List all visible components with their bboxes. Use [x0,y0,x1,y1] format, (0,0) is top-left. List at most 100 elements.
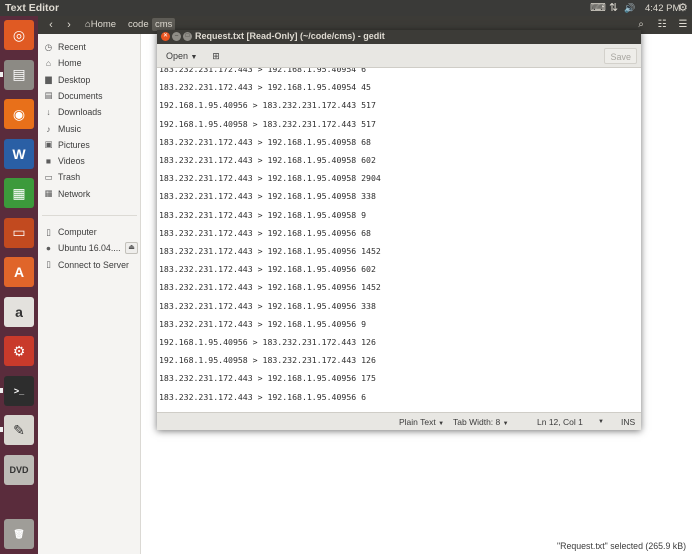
sidebar-item-recent[interactable]: ◷ Recent [44,40,86,54]
launcher-software-icon[interactable]: A [4,257,34,287]
close-icon[interactable]: ✕ [161,32,170,41]
text-line: 183.232.231.172.443 > 192.168.1.95.40958… [159,191,376,202]
sidebar-item-label: Videos [58,156,85,167]
places-sidebar: ◷ Recent ⌂ Home ▆ Desktop ▤ Documents ↓ Downloads… [38,34,141,554]
sidebar-item-pictures[interactable]: ▣ Pictures [44,138,90,152]
sidebar-item-label: Ubuntu 16.04.... [58,243,121,254]
text-line: 183.232.231.172.443 > 192.168.1.95.40956… [159,246,381,256]
launcher-ubuntu-dash-icon[interactable]: ◎ [4,20,34,50]
new-tab-icon[interactable]: ⊞ [208,48,224,64]
launcher-impress-icon[interactable]: ▭ [4,217,34,248]
text-line: 183.232.231.172.443 > 192.168.1.95.40956… [159,227,371,238]
text-editor-area[interactable]: 183.232.231.172.443 > 192.168.1.95.40954… [157,68,641,412]
launcher-firefox-icon[interactable]: ◉ [4,99,34,129]
network-icon: ▦ [44,188,53,199]
launcher-amazon-icon[interactable]: a [4,296,34,327]
launcher-text-editor-icon[interactable]: ✎ [4,415,34,445]
open-button[interactable]: Open ▼ [161,48,202,64]
eject-icon[interactable]: ⏏ [125,242,138,255]
sidebar-item-label: Trash [58,172,81,183]
text-line: 183.232.231.172.443 > 192.168.1.95.40954… [159,82,371,93]
launcher-trash-icon[interactable]: 🗑 [4,519,34,549]
sidebar-item-connect-to-server[interactable]: ▯ Connect to Server [44,258,129,272]
sidebar-item-label: Documents [58,90,103,101]
trash-icon: ▭ [44,171,53,182]
tab-width-selector[interactable]: Tab Width: 8 ▼ [453,417,509,427]
chevron-down-icon: ▼ [438,421,445,427]
sidebar-item-ubuntu-drive[interactable]: ● Ubuntu 16.04.... [44,241,121,255]
text-line: 183.232.231.172.443 > 192.168.1.95.40956… [159,282,381,293]
maximize-icon[interactable]: □ [183,32,192,41]
sidebar-item-desktop[interactable]: ▆ Desktop [44,73,90,87]
sidebar-item-computer[interactable]: ▯ Computer [44,225,97,239]
text-line: 192.168.1.95.40958 > 183.232.231.172.443… [159,355,376,366]
gear-icon[interactable]: ⚙ [678,1,688,15]
sidebar-item-label: Music [58,123,81,134]
launcher-writer-icon[interactable]: W [4,138,34,169]
launcher-terminal-icon[interactable]: >_ [4,375,34,406]
language-label: Plain Text [399,417,436,427]
sidebar-item-trash[interactable]: ▭ Trash [44,170,80,184]
pictures-icon: ▣ [44,139,53,150]
text-line: 183.232.231.172.443 > 192.168.1.95.40958… [159,136,371,147]
selection-status: "Request.txt" selected (265.9 kB) [557,541,686,551]
sidebar-item-downloads[interactable]: ↓ Downloads [44,105,101,119]
sound-icon[interactable]: 🔊 [624,1,635,15]
language-selector[interactable]: Plain Text ▼ [399,417,444,427]
gedit-statusbar: Plain Text ▼ Tab Width: 8 ▼ Ln 12, Col 1… [157,412,641,430]
running-indicator-files [0,71,3,77]
insert-mode: INS [621,417,636,427]
launcher-dvd-icon[interactable]: DVD [4,454,34,485]
menu-icon[interactable]: ☰ [676,18,690,32]
videos-icon: ■ [45,156,52,167]
sidebar-item-network[interactable]: ▦ Network [44,187,90,201]
sidebar-divider [42,215,137,216]
sidebar-item-label: Network [58,188,91,199]
desktop-icon: ▆ [45,74,52,85]
gedit-titlebar[interactable]: ✕ – □ Request.txt [Read-Only] (~/code/cm… [157,30,641,44]
forward-icon[interactable]: › [62,18,76,32]
save-button[interactable]: Save [604,48,637,64]
sidebar-item-home[interactable]: ⌂ Home [44,56,82,70]
clock[interactable]: 4:42 PM [645,2,680,16]
text-line: 183.232.231.172.443 > 192.168.1.95.40958… [159,155,376,165]
text-line: 183.232.231.172.443 > 192.168.1.95.40958… [159,173,381,184]
gedit-toolbar: Open ▼ ⊞ Save [157,44,641,68]
top-panel: Text Editor ⌨ ⇅ 🔊 4:42 PM ⚙ [0,0,692,16]
launcher: ◎ ▤ ◉ W ▦ ▭ Aa ⚙ >_ ✎ DVD 🗑 [0,16,38,554]
documents-icon: ▤ [44,90,53,101]
sidebar-item-label: Recent [58,42,86,52]
breadcrumb-home[interactable]: ⌂Home [85,19,116,30]
sidebar-item-label: Desktop [58,74,91,85]
chevron-down-icon: ▼ [190,54,198,61]
sidebar-item-music[interactable]: ♪ Music [44,122,81,136]
downloads-icon: ↓ [46,107,51,118]
text-line: 183.232.231.172.443 > 192.168.1.95.40958… [159,209,367,220]
music-icon: ♪ [46,123,51,134]
chevron-down-icon[interactable]: ▼ [598,419,604,425]
computer-icon: ▯ [46,226,51,237]
launcher-calc-icon[interactable]: ▦ [4,178,34,208]
sidebar-item-label: Computer [58,227,97,237]
running-indicator-text-editor [0,427,3,432]
sidebar-item-label: Pictures [58,139,90,150]
chevron-down-icon: ▼ [502,421,509,427]
cursor-position: Ln 12, Col 1 [537,417,583,427]
minimize-icon[interactable]: – [172,32,181,41]
window-title: Request.txt [Read-Only] (~/code/cms) - g… [195,31,385,41]
launcher-settings-icon[interactable]: ⚙ [4,336,34,366]
recent-icon: ◷ [44,41,53,52]
sidebar-item-documents[interactable]: ▤ Documents [44,89,103,103]
sidebar-item-videos[interactable]: ■ Videos [44,154,85,168]
network-icon[interactable]: ⇅ [609,1,618,15]
keyboard-icon[interactable]: ⌨ [590,1,606,15]
running-indicator-terminal [0,387,3,393]
text-line: 183.232.231.172.443 > 192.168.1.95.40954… [159,68,367,74]
launcher-files-icon[interactable]: ▤ [4,59,34,90]
back-icon[interactable]: ‹ [44,18,58,32]
breadcrumb-code[interactable]: code [128,19,149,30]
text-line: 183.232.231.172.443 > 192.168.1.95.40956… [159,373,376,384]
text-line: 183.232.231.172.443 > 192.168.1.95.40956… [159,318,367,329]
gedit-window: ✕ – □ Request.txt [Read-Only] (~/code/cm… [157,30,641,430]
list-view-icon[interactable]: ☷ [655,18,669,32]
